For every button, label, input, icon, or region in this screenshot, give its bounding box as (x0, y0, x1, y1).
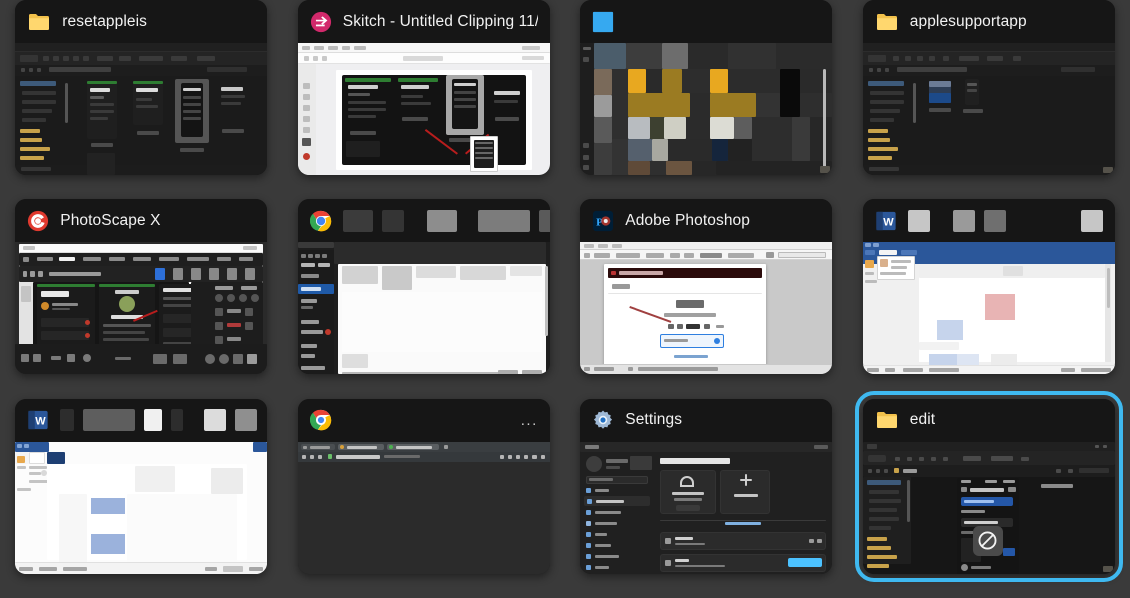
window-card-photos[interactable] (580, 0, 833, 175)
photoscape-icon (27, 210, 49, 232)
window-card-word-table[interactable]: W (15, 398, 268, 574)
card-titlebar: ... (297, 398, 550, 442)
window-card-cell (565, 0, 848, 199)
card-titlebar: Settings (580, 398, 833, 442)
card-title: edit (909, 412, 936, 428)
task-view-window-switcher: resetappleis Skitch - Untitled Clipping … (0, 0, 1130, 598)
card-title: Settings (625, 412, 683, 428)
card-title: Adobe Photoshop (625, 213, 750, 229)
chrome-icon (309, 409, 332, 431)
window-card-cell: P Adobe Photoshop (565, 199, 848, 398)
window-card-chrome-redacted[interactable] (297, 199, 550, 375)
card-titlebar (580, 0, 833, 43)
card-title: PhotoScape X (60, 213, 161, 229)
window-card-skitch[interactable]: Skitch - Untitled Clipping 11/7/... (297, 0, 550, 175)
window-card-chrome-dark[interactable]: ... (297, 398, 550, 574)
card-thumbnail (297, 441, 550, 574)
card-titlebar: PhotoScape X (15, 199, 268, 243)
card-titlebar: edit (862, 398, 1115, 442)
card-thumbnail (15, 242, 268, 375)
window-card-cell: applesupportapp (848, 0, 1130, 199)
gear-icon (592, 409, 614, 431)
window-card-cell: W (0, 398, 283, 598)
window-card-cell: resetappleis (0, 0, 283, 199)
card-titlebar: W (862, 199, 1115, 243)
svg-text:W: W (36, 416, 47, 428)
word-icon: W (875, 210, 897, 232)
card-title: resetappleis (62, 13, 148, 30)
card-titlebar: P Adobe Photoshop (580, 199, 833, 243)
window-card-grid: resetappleis Skitch - Untitled Clipping … (0, 0, 1130, 598)
window-card-adobe-photoshop[interactable]: P Adobe Photoshop (580, 199, 833, 375)
skitch-icon (310, 11, 332, 33)
window-card-word-redacted[interactable]: W (862, 199, 1115, 375)
card-titlebar (297, 199, 550, 243)
no-entry-overlay-icon (972, 525, 1003, 556)
window-card-cell: W (848, 199, 1130, 398)
window-card-edit-selected[interactable]: edit (854, 390, 1123, 582)
card-titlebar: W (15, 398, 268, 442)
window-card-cell: Skitch - Untitled Clipping 11/7/... (283, 0, 566, 199)
window-card-cell: Settings (565, 398, 848, 598)
window-card-photoscape-x[interactable]: PhotoScape X (15, 199, 268, 375)
redacted-title-blocks (60, 409, 267, 432)
chrome-icon (309, 210, 332, 232)
card-titlebar: applesupportapp (862, 0, 1115, 43)
svg-text:W: W (883, 216, 894, 228)
card-thumbnail (862, 242, 1115, 375)
overflow-ellipsis-icon[interactable]: ... (521, 413, 538, 428)
card-thumbnail (580, 242, 833, 375)
redacted-title-blocks (342, 209, 550, 232)
word-icon: W (27, 409, 49, 431)
card-title: applesupportapp (909, 13, 1027, 30)
window-card-cell-selected: edit (848, 390, 1130, 598)
folder-icon (27, 10, 51, 34)
folder-icon (875, 408, 899, 432)
card-thumbnail (580, 43, 833, 175)
window-card-cell: PhotoScape X (0, 199, 283, 398)
window-card-applesupportapp[interactable]: applesupportapp (862, 0, 1115, 175)
window-card-cell (283, 199, 566, 398)
card-titlebar: resetappleis (15, 0, 268, 43)
photoshop-icon: P (592, 210, 614, 232)
card-thumbnail (297, 242, 550, 375)
window-card-cell: ... (283, 398, 566, 598)
window-card-settings[interactable]: Settings (580, 398, 833, 574)
card-titlebar: Skitch - Untitled Clipping 11/7/... (297, 0, 550, 43)
card-thumbnail (862, 441, 1115, 574)
card-thumbnail (297, 43, 550, 175)
window-card-resetappleis[interactable]: resetappleis (15, 0, 268, 175)
blue-square-icon (592, 11, 614, 33)
folder-icon (875, 10, 899, 34)
card-thumbnail (15, 441, 268, 574)
card-thumbnail (580, 441, 833, 574)
card-thumbnail (862, 43, 1115, 175)
redacted-title-blocks (907, 209, 1103, 232)
card-title: Skitch - Untitled Clipping 11/7/... (342, 13, 538, 30)
card-thumbnail (15, 43, 268, 175)
